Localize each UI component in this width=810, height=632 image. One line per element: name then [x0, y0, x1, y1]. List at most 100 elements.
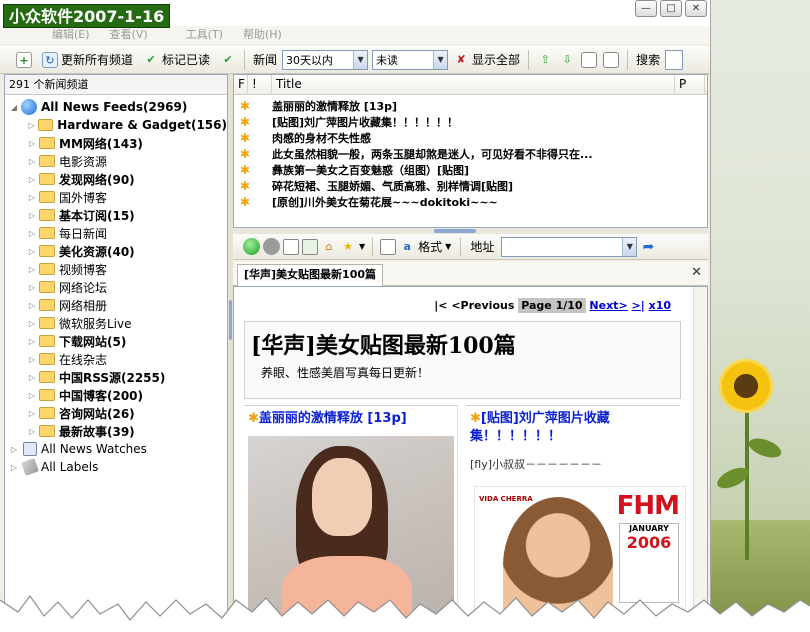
tree-item[interactable]: ▷ 网络相册	[5, 296, 227, 314]
chevron-down-icon[interactable]: ▼	[433, 50, 448, 69]
tree-item[interactable]: ▷ 视频博客	[5, 260, 227, 278]
tree-item[interactable]: ▷ 每日新闻	[5, 224, 227, 242]
close-icon[interactable]: ✕	[685, 0, 707, 17]
column-flag[interactable]: F	[234, 75, 248, 94]
chevron-down-icon[interactable]: ▼	[359, 242, 365, 251]
new-channel-button[interactable]: +	[0, 49, 37, 71]
tree-item[interactable]: ▷ MM网络(143)	[5, 134, 227, 152]
expand-icon[interactable]: ▷	[27, 355, 37, 364]
article-row[interactable]: ✱ [贴图]刘广萍图片收藏集！！！！！！	[234, 114, 707, 130]
pager-next-link[interactable]: Next>	[589, 299, 627, 312]
chevron-down-icon[interactable]: ▼	[622, 237, 637, 256]
menu-tools[interactable]: 工具(T)	[158, 26, 233, 44]
tree-item-labels[interactable]: ▷ All Labels	[5, 458, 227, 476]
expand-icon[interactable]: ▷	[27, 139, 37, 148]
column-priority[interactable]: !	[248, 75, 272, 94]
column-published[interactable]: P	[675, 75, 705, 94]
go-arrow-icon[interactable]: ➦	[640, 239, 656, 255]
stop-icon[interactable]	[263, 238, 280, 255]
tree-item[interactable]: ▷ 下载网站(5)	[5, 332, 227, 350]
pager-previous[interactable]: |< <Previous	[434, 299, 514, 312]
tab-feed-page[interactable]: [华声]美女贴图最新100篇	[237, 264, 384, 286]
show-all-button[interactable]: ✘ 显示全部	[448, 49, 525, 71]
maximize-icon[interactable]: □	[660, 0, 682, 17]
pager-last-link[interactable]: >|	[632, 299, 645, 312]
article-row[interactable]: ✱ 此女虽然相貌一般，两条玉腿却煞是迷人，可见好看不非得只在...	[234, 146, 707, 162]
home-icon[interactable]: ⌂	[321, 239, 337, 255]
expand-icon[interactable]: ▷	[27, 193, 37, 202]
article-row[interactable]: ✱ 彝族第一美女之百变魅惑（组图）[贴图]	[234, 162, 707, 178]
expand-icon[interactable]: ▷	[27, 265, 37, 274]
tree-item[interactable]: ▷ 咨询网站(26)	[5, 404, 227, 422]
menu-help[interactable]: 帮助(H)	[233, 26, 292, 44]
expand-icon[interactable]: ▷	[27, 211, 37, 220]
close-tab-icon[interactable]: ✕	[691, 265, 702, 280]
expand-icon[interactable]: ▷	[27, 373, 37, 382]
reload-icon[interactable]	[302, 238, 318, 255]
expand-icon[interactable]: ▷	[27, 409, 37, 418]
tree-item[interactable]: ▷ 最新故事(39)	[5, 422, 227, 440]
tree-item[interactable]: ▷ 在线杂志	[5, 350, 227, 368]
tree-item-watches[interactable]: ▷ All News Watches	[5, 440, 227, 458]
minimize-icon[interactable]: —	[635, 0, 657, 17]
article-row[interactable]: ✱ 碎花短裙、玉腿娇媚、气质高雅、别样情调[贴图]	[234, 178, 707, 194]
back-icon[interactable]	[243, 238, 260, 255]
tree-root[interactable]: ◢ All News Feeds(2969)	[5, 98, 227, 116]
tree-item[interactable]: ▷ Hardware & Gadget(156)	[5, 116, 227, 134]
article-row[interactable]: ✱ 盖丽丽的激情释放 [13p]	[234, 98, 707, 114]
item-title-text[interactable]: [贴图]刘广萍图片收藏集！！！！！！	[470, 411, 610, 444]
tree-item[interactable]: ▷ 微软服务Live	[5, 314, 227, 332]
article-row[interactable]: ✱ [原创]川外美女在菊花展~~~dokitoki~~~	[234, 194, 707, 210]
expand-icon[interactable]: ▷	[9, 445, 19, 454]
expand-icon[interactable]: ▷	[27, 121, 36, 130]
address-input[interactable]: ▼	[501, 236, 638, 257]
update-all-button[interactable]: ↻ 更新所有频道	[37, 49, 138, 71]
search-input[interactable]	[665, 49, 684, 70]
chevron-down-icon[interactable]: ▼	[445, 242, 451, 251]
read-filter-select[interactable]: 未读 ▼	[372, 49, 449, 70]
expand-icon[interactable]: ▷	[27, 319, 37, 328]
tree-item[interactable]: ▷ 中国RSS源(2255)	[5, 368, 227, 386]
expand-icon[interactable]: ▷	[27, 283, 37, 292]
expand-icon[interactable]: ▷	[27, 229, 37, 238]
expand-icon[interactable]: ▷	[27, 427, 37, 436]
chevron-down-icon[interactable]: ▼	[353, 50, 368, 69]
expand-icon[interactable]: ▷	[27, 175, 37, 184]
expand-icon[interactable]: ▷	[27, 337, 37, 346]
open-window-icon[interactable]	[380, 238, 397, 255]
article-row[interactable]: ✱ 肉感的身材不失性感	[234, 130, 707, 146]
tree-item[interactable]: ▷ 发现网络(90)	[5, 170, 227, 188]
item-title-link[interactable]: ✱[贴图]刘广萍图片收藏集！！！！！！	[466, 406, 680, 446]
next-unread-icon[interactable]: ⇩	[559, 52, 575, 68]
previous-unread-icon[interactable]: ⇧	[537, 52, 553, 68]
splitter-grip[interactable]	[434, 229, 476, 233]
column-title[interactable]: Title	[272, 75, 675, 94]
favorite-star-icon[interactable]: ★	[340, 239, 356, 255]
item-title-link[interactable]: ✱盖丽丽的激情释放 [13p]	[244, 406, 457, 428]
layout-icon[interactable]	[581, 51, 598, 68]
tree-item[interactable]: ▷ 基本订阅(15)	[5, 206, 227, 224]
window-controls: — □ ✕	[635, 0, 707, 17]
expand-icon[interactable]: ▷	[27, 247, 37, 256]
close-page-icon[interactable]	[283, 238, 299, 255]
item-title-text[interactable]: 盖丽丽的激情释放 [13p]	[259, 411, 407, 426]
expand-icon[interactable]: ▷	[27, 391, 37, 400]
tree-item[interactable]: ▷ 中国博客(200)	[5, 386, 227, 404]
content-scrollbar[interactable]	[693, 287, 707, 631]
expand-icon[interactable]: ▷	[27, 301, 37, 310]
tree-item[interactable]: ▷ 网络论坛	[5, 278, 227, 296]
splitter-grip[interactable]	[229, 300, 232, 340]
pager-x10-link[interactable]: x10	[649, 299, 671, 312]
tree-item[interactable]: ▷ 美化资源(40)	[5, 242, 227, 260]
collapse-icon[interactable]: ◢	[9, 103, 19, 112]
feed-tree-pane: 291 个新闻频道 ◢ All News Feeds(2969) ▷ Hardwa…	[4, 74, 228, 632]
tree-item[interactable]: ▷ 国外博客	[5, 188, 227, 206]
expand-icon[interactable]: ▷	[27, 157, 37, 166]
time-filter-select[interactable]: 30天以内 ▼	[282, 49, 369, 70]
format-button[interactable]: 格式	[418, 238, 442, 255]
layout-alt-icon[interactable]	[603, 51, 620, 68]
expand-icon[interactable]: ▷	[9, 463, 19, 472]
tree-item[interactable]: ▷ 电影资源	[5, 152, 227, 170]
mark-all-read-button[interactable]: ✔	[215, 49, 241, 71]
mark-read-button[interactable]: ✔ 标记已读	[138, 49, 215, 71]
